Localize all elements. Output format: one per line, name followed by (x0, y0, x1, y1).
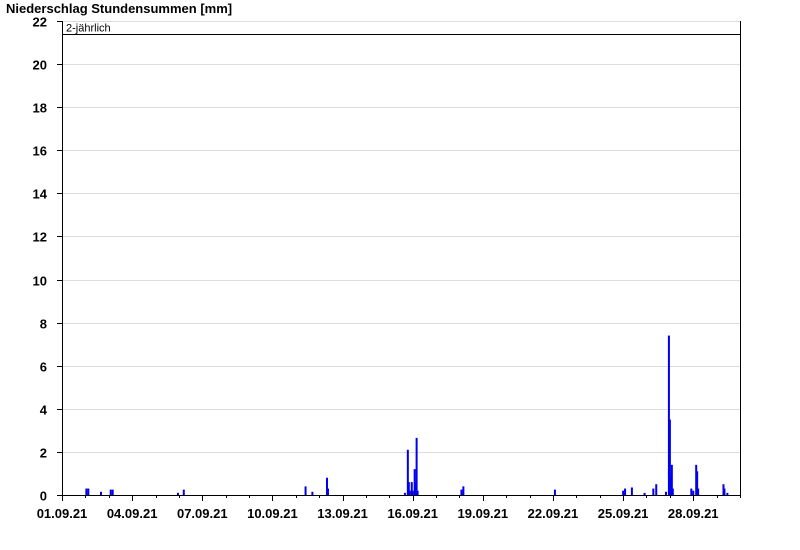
precipitation-bars (85, 335, 729, 495)
precipitation-bar (723, 488, 726, 495)
precipitation-bar (622, 490, 625, 495)
y-tick-label: 22 (33, 15, 47, 30)
precipitation-bar (109, 489, 112, 495)
y-tick-label: 18 (33, 101, 47, 116)
precipitation-bar (553, 489, 556, 495)
precipitation-bar (176, 492, 179, 495)
precipitation-bar (643, 492, 646, 495)
precipitation-bar (726, 492, 729, 495)
precipitation-bar (416, 490, 419, 495)
precipitation-bar (408, 490, 411, 495)
y-tick-label: 16 (33, 144, 47, 159)
precipitation-chart: 0 2 4 6 8 10 12 14 16 18 20 22 01.09.21 04.09.21 07.09… (33, 15, 741, 522)
x-tick-label: 07.09.21 (177, 506, 228, 521)
x-tick-label: 25.09.21 (598, 506, 649, 521)
y-tick-label: 12 (33, 230, 47, 245)
precipitation-bar (415, 437, 418, 495)
x-tick-label: 01.09.21 (37, 506, 88, 521)
precipitation-bar (624, 488, 627, 495)
grid-lines (62, 21, 740, 453)
precipitation-bar (87, 488, 90, 495)
y-tick-label: 10 (33, 274, 47, 289)
precipitation-bar (411, 490, 414, 495)
x-tick-label: 22.09.21 (528, 506, 579, 521)
precipitation-bar (652, 488, 655, 495)
y-tick-label: 2 (40, 446, 47, 461)
x-tick-label: 16.09.21 (387, 506, 438, 521)
axes (57, 21, 741, 501)
y-tick-label: 6 (40, 360, 47, 375)
precipitation-bar (462, 486, 465, 495)
precipitation-bar (655, 484, 658, 495)
precipitation-bar (630, 487, 633, 495)
y-tick-label: 8 (40, 317, 47, 332)
precipitation-bar (692, 490, 695, 495)
precipitation-bar (460, 489, 463, 495)
precipitation-bar (311, 491, 314, 495)
y-tick-label: 20 (33, 58, 47, 73)
precipitation-bar (697, 488, 700, 495)
y-tick-label: 4 (40, 403, 48, 418)
precipitation-bar (85, 488, 88, 495)
y-tick-label: 14 (33, 187, 48, 202)
precipitation-bar (304, 486, 307, 495)
precipitation-bar (671, 488, 674, 495)
reference-line-label: 2-jährlich (66, 23, 111, 35)
precipitation-bar (326, 488, 329, 495)
x-tick-label: 19.09.21 (458, 506, 509, 521)
y-tick-label: 0 (40, 489, 47, 504)
precipitation-bar (111, 489, 114, 495)
x-tick-label: 04.09.21 (107, 506, 158, 521)
precipitation-bar (690, 488, 693, 495)
tick-labels: 0 2 4 6 8 10 12 14 16 18 20 22 01.09.21 04.09.21 07.09… (33, 15, 719, 522)
precipitation-bar (664, 491, 667, 495)
precipitation-bar (403, 492, 406, 495)
x-tick-label: 28.09.21 (668, 506, 719, 521)
precipitation-bar (182, 489, 185, 495)
x-tick-label: 13.09.21 (317, 506, 368, 521)
x-tick-label: 10.09.21 (247, 506, 298, 521)
precipitation-bar (99, 491, 102, 495)
